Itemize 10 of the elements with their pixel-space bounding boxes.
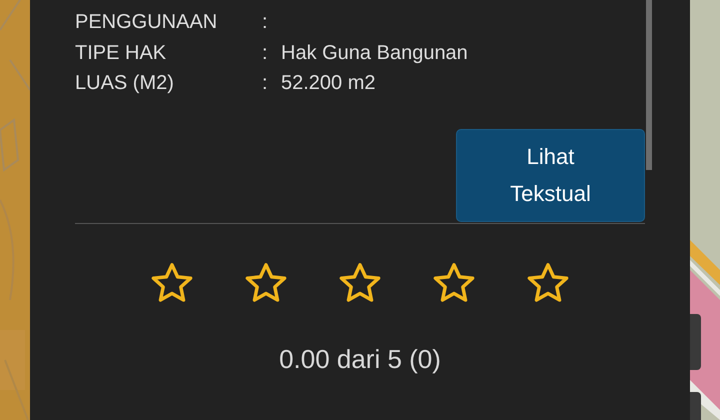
field-label: PENGGUNAAN (75, 10, 218, 35)
colon-separator: : (262, 40, 268, 66)
view-text-button[interactable]: Lihat Tekstual (456, 128, 645, 222)
field-value: Hak Guna Bangunan (281, 40, 468, 66)
field-label: TIPE HAK (75, 40, 166, 66)
field-label: LUAS (M2) (75, 71, 174, 96)
rating-summary: 0.00 dari 5 (0) (279, 344, 441, 374)
colon-separator: : (262, 71, 268, 96)
colon-separator: : (262, 10, 268, 35)
field-value: 52.200 m2 (281, 71, 376, 96)
